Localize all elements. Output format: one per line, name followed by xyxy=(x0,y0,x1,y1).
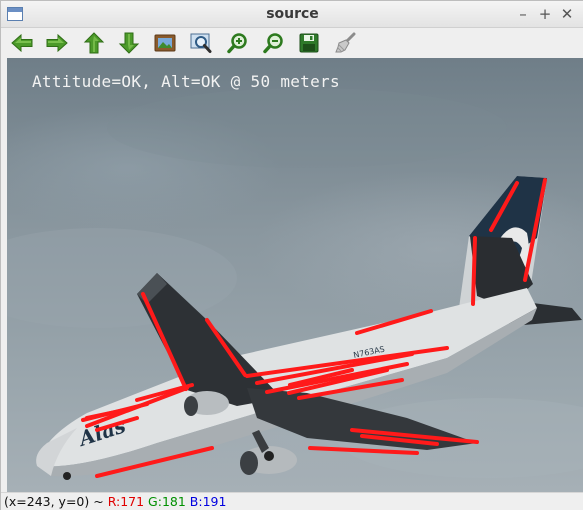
cursor-coordinates: (x=243, y=0) ~ xyxy=(4,494,108,509)
arrow-down-icon xyxy=(118,32,140,54)
zoom-region-icon xyxy=(190,33,212,53)
airplane-photo: Alas N763AS xyxy=(7,88,583,480)
close-button[interactable]: ✕ xyxy=(558,4,576,24)
title-bar[interactable]: source – + ✕ xyxy=(1,1,583,28)
pan-up-button[interactable] xyxy=(81,31,107,55)
zoom-in-button[interactable] xyxy=(225,31,251,55)
window-title: source xyxy=(266,6,319,22)
arrow-up-icon xyxy=(83,32,105,54)
brush-icon xyxy=(335,32,356,53)
arrow-right-icon xyxy=(46,33,68,53)
zoom-in-icon xyxy=(227,33,247,54)
pan-down-button[interactable] xyxy=(116,31,142,55)
pixel-red-value: R:171 xyxy=(107,494,145,509)
zoom-fit-button[interactable] xyxy=(152,31,178,55)
save-button[interactable] xyxy=(296,31,322,55)
save-icon xyxy=(299,33,319,53)
maximize-button[interactable]: + xyxy=(536,4,554,24)
image-canvas[interactable]: Alas N763AS Attitude=OK, Alt=OK @ 50 met… xyxy=(7,58,583,492)
properties-button[interactable] xyxy=(332,31,358,55)
minimize-button[interactable]: – xyxy=(514,4,532,24)
pan-left-button[interactable] xyxy=(9,31,35,55)
overlay-status-text: Attitude=OK, Alt=OK @ 50 meters xyxy=(32,72,340,91)
zoom-out-button[interactable] xyxy=(261,31,287,55)
pan-right-button[interactable] xyxy=(44,31,70,55)
image-icon xyxy=(154,34,176,52)
zoom-actual-button[interactable] xyxy=(188,31,214,55)
toolbar xyxy=(1,28,583,58)
pixel-green-value: G:181 xyxy=(148,494,186,509)
status-bar: (x=243, y=0) ~ R:171 G:181 B:191 xyxy=(1,492,583,510)
pixel-blue-value: B:191 xyxy=(189,494,227,509)
opencv-image-window: source – + ✕ Alas N763AS Attitude=OK, Al… xyxy=(0,0,583,510)
zoom-out-icon xyxy=(263,33,283,54)
arrow-left-icon xyxy=(11,33,33,53)
